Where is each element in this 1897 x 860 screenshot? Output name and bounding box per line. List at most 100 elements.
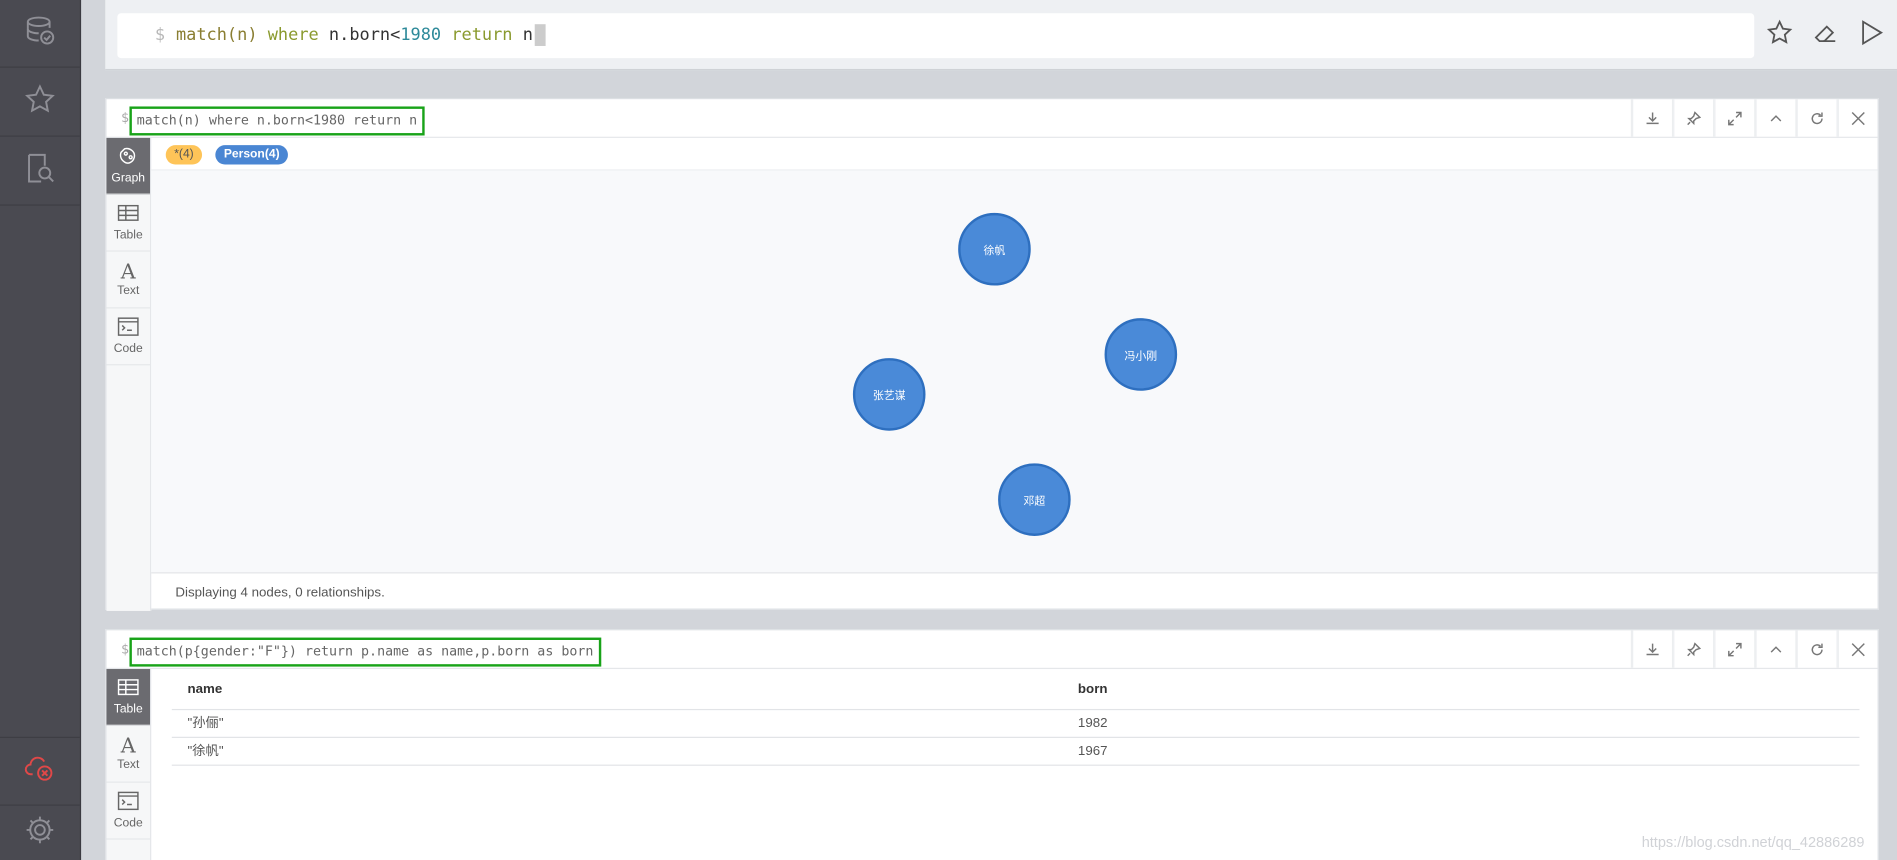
tab-table[interactable]: Table bbox=[106, 669, 151, 726]
tab-label: Code bbox=[113, 816, 143, 830]
text-cursor bbox=[534, 24, 546, 46]
query-token: n.born< bbox=[328, 25, 401, 45]
table-icon bbox=[117, 677, 139, 702]
close-icon bbox=[1837, 630, 1878, 668]
close-frame-button[interactable] bbox=[1836, 99, 1877, 137]
download-button[interactable] bbox=[1630, 99, 1672, 137]
clear-editor-button[interactable] bbox=[1812, 19, 1839, 52]
refresh-icon bbox=[1796, 630, 1837, 668]
view-tabs: Graph Table A Text Code bbox=[106, 137, 152, 611]
editor-actions bbox=[1766, 19, 1885, 52]
table-cell: "徐帆" bbox=[187, 744, 224, 759]
connection-status-button[interactable] bbox=[0, 736, 80, 806]
tab-text[interactable]: A Text bbox=[106, 726, 151, 783]
gear-icon bbox=[24, 814, 55, 852]
search-document-icon bbox=[24, 152, 55, 190]
rerun-button[interactable] bbox=[1795, 630, 1836, 668]
download-icon bbox=[1632, 99, 1672, 137]
result-table-area: name born "孙俪" 1982 "徐帆" 1967 bbox=[151, 669, 1877, 860]
table-row: "孙俪" 1982 bbox=[171, 710, 1860, 738]
query-token: n bbox=[522, 25, 533, 45]
play-icon bbox=[1858, 20, 1885, 51]
frame-header: $ match(n) where n.born<1980 return n bbox=[106, 99, 1878, 138]
expand-icon bbox=[1714, 630, 1754, 668]
run-query-button[interactable] bbox=[1858, 19, 1885, 52]
frame-query[interactable]: match(p{gender:"F"}) return p.name as na… bbox=[129, 637, 601, 667]
close-icon bbox=[1837, 99, 1878, 137]
text-icon: A bbox=[120, 733, 136, 758]
star-outline-icon bbox=[1766, 19, 1793, 51]
table-cell: 1982 bbox=[1077, 716, 1108, 731]
legend-all-nodes[interactable]: *(4) bbox=[165, 145, 203, 165]
result-table: name born "孙俪" 1982 "徐帆" 1967 bbox=[171, 669, 1860, 766]
column-header-born: born bbox=[1077, 682, 1108, 697]
tab-table[interactable]: Table bbox=[106, 195, 151, 252]
favorites-button[interactable] bbox=[0, 69, 80, 137]
star-icon bbox=[24, 83, 55, 121]
collapse-button[interactable] bbox=[1754, 630, 1795, 668]
chevron-up-icon bbox=[1755, 630, 1795, 668]
view-tabs: Table A Text Code bbox=[106, 669, 152, 860]
frame-prompt: $ bbox=[120, 641, 129, 657]
frame-toolbar bbox=[1630, 99, 1878, 137]
tab-graph[interactable]: Graph bbox=[106, 137, 151, 195]
code-icon bbox=[117, 791, 139, 816]
table-cell: 1967 bbox=[1077, 744, 1108, 759]
fullscreen-button[interactable] bbox=[1713, 630, 1754, 668]
query-token: return bbox=[441, 25, 523, 45]
graph-node[interactable]: 邓超 bbox=[998, 463, 1071, 536]
frame-query[interactable]: match(n) where n.born<1980 return n bbox=[129, 106, 425, 136]
graph-node[interactable]: 徐帆 bbox=[958, 212, 1031, 286]
graph-status-text: Displaying 4 nodes, 0 relationships. bbox=[151, 572, 1878, 611]
frame-toolbar bbox=[1630, 630, 1878, 668]
watermark: https://blog.csdn.net/qq_42886289 bbox=[1641, 833, 1865, 851]
close-frame-button[interactable] bbox=[1836, 630, 1877, 668]
database-button[interactable] bbox=[0, 0, 80, 68]
eraser-icon bbox=[1812, 25, 1839, 51]
pin-button[interactable] bbox=[1671, 99, 1713, 137]
frame-header: $ match(p{gender:"F"}) return p.name as … bbox=[106, 630, 1878, 670]
pin-button[interactable] bbox=[1671, 630, 1713, 668]
table-cell: "孙俪" bbox=[187, 716, 224, 731]
table-row: "徐帆" 1967 bbox=[171, 738, 1860, 766]
tab-label: Table bbox=[113, 228, 143, 242]
tab-label: Code bbox=[113, 342, 143, 356]
disconnected-cloud-icon bbox=[24, 752, 55, 790]
pin-icon bbox=[1673, 630, 1713, 668]
tab-code[interactable]: Code bbox=[106, 783, 151, 840]
tab-code[interactable]: Code bbox=[106, 308, 151, 366]
favorite-query-button[interactable] bbox=[1766, 19, 1793, 52]
graph-node[interactable]: 冯小刚 bbox=[1104, 318, 1178, 391]
graph-canvas[interactable]: 徐帆 冯小刚 张艺谋 邓超 bbox=[151, 170, 1878, 573]
tab-label: Text bbox=[117, 283, 140, 298]
frame-prompt: $ bbox=[120, 110, 129, 126]
settings-button[interactable] bbox=[0, 806, 80, 860]
table-icon bbox=[117, 203, 139, 228]
query-token: match(n) bbox=[175, 25, 258, 45]
chevron-up-icon bbox=[1755, 99, 1795, 137]
column-header-name: name bbox=[187, 682, 223, 697]
rerun-button[interactable] bbox=[1795, 99, 1836, 137]
query-editor[interactable]: $ match(n) where n.born<1980 return n bbox=[117, 13, 1755, 59]
legend-person-label[interactable]: Person(4) bbox=[215, 145, 289, 165]
database-icon bbox=[24, 15, 55, 53]
download-button[interactable] bbox=[1630, 630, 1672, 668]
fullscreen-button[interactable] bbox=[1713, 99, 1754, 137]
sidebar bbox=[0, 0, 82, 860]
documents-button[interactable] bbox=[0, 138, 80, 206]
refresh-icon bbox=[1796, 99, 1837, 137]
editor-prompt: $ bbox=[154, 25, 166, 45]
code-icon bbox=[117, 317, 139, 342]
tab-text[interactable]: A Text bbox=[106, 252, 151, 309]
graph-node[interactable]: 张艺谋 bbox=[852, 358, 926, 431]
tab-label: Text bbox=[117, 757, 140, 772]
result-frame-table: $ match(p{gender:"F"}) return p.name as … bbox=[105, 629, 1879, 860]
text-icon: A bbox=[120, 259, 136, 284]
collapse-button[interactable] bbox=[1754, 99, 1795, 137]
pin-icon bbox=[1673, 99, 1713, 137]
app: $ match(n) where n.born<1980 return n $ m… bbox=[0, 0, 1897, 860]
query-token: where bbox=[257, 25, 329, 45]
graph-icon bbox=[117, 146, 139, 171]
expand-icon bbox=[1714, 99, 1754, 137]
tab-label: Graph bbox=[111, 171, 146, 186]
